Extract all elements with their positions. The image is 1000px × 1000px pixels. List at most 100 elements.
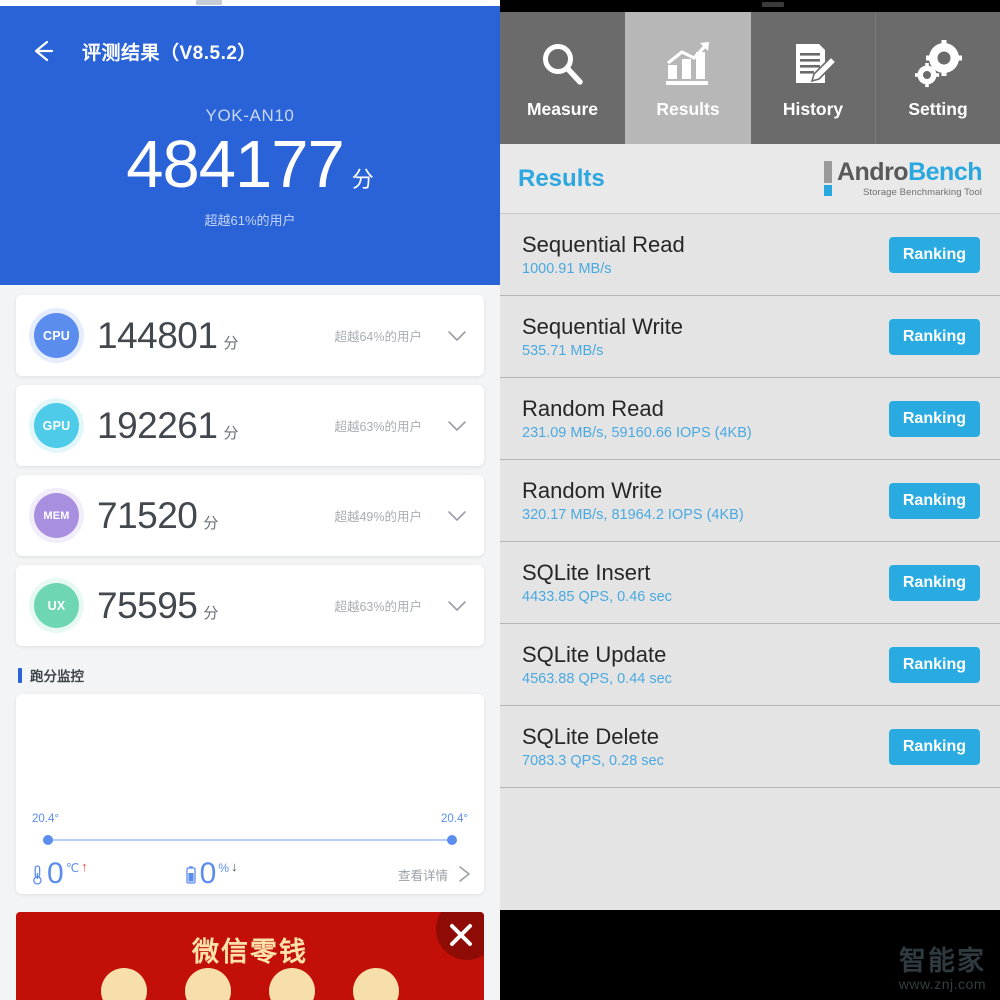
mem-badge-icon: MEM xyxy=(34,493,79,538)
watermark: 智能家 www.znj.com xyxy=(899,939,986,992)
table-row[interactable]: Sequential Write 535.71 MB/s Ranking xyxy=(500,296,1000,378)
status-bar-indicator xyxy=(762,2,784,7)
temperature-track xyxy=(43,835,457,845)
chevron-down-icon[interactable] xyxy=(444,323,470,349)
watermark-url: www.znj.com xyxy=(898,976,986,992)
tab-measure[interactable]: Measure xyxy=(500,12,625,144)
temperature-dot-start xyxy=(43,835,53,845)
result-value: 4563.88 QPS, 0.44 sec xyxy=(522,671,672,688)
metric-card-mem[interactable]: MEM 71520 分 超越49%的用户 xyxy=(16,475,484,556)
result-name: SQLite Delete xyxy=(522,723,659,749)
androbench-panel: Measure Results History Setting Results … xyxy=(500,0,1000,1000)
battery-icon xyxy=(183,864,198,886)
gpu-score-group: 192261 分 xyxy=(97,405,238,447)
metric-card-ux[interactable]: UX 75595 分 超越63%的用户 xyxy=(16,565,484,646)
coin-icon xyxy=(185,968,231,1000)
tab-setting[interactable]: Setting xyxy=(875,12,1000,144)
table-row[interactable]: Random Read 231.09 MB/s, 59160.66 IOPS (… xyxy=(500,378,1000,460)
ranking-button[interactable]: Ranking xyxy=(888,236,980,273)
temperature-range-labels: 20.4° 20.4° xyxy=(32,813,468,825)
table-row[interactable]: SQLite Update 4563.88 QPS, 0.44 sec Rank… xyxy=(500,624,1000,706)
cpu-score: 144801 xyxy=(97,314,218,356)
section-accent-bar xyxy=(18,667,22,683)
result-value: 4433.85 QPS, 0.46 sec xyxy=(522,589,672,606)
chevron-down-icon[interactable] xyxy=(444,503,470,529)
cpu-badge-icon: CPU xyxy=(34,313,79,358)
view-detail-label: 查看详情 xyxy=(397,868,448,883)
tab-results[interactable]: Results xyxy=(625,12,750,144)
table-row[interactable]: SQLite Insert 4433.85 QPS, 0.46 sec Rank… xyxy=(500,542,1000,624)
cpu-score-group: 144801 分 xyxy=(97,315,238,357)
metric-card-gpu[interactable]: GPU 192261 分 超越63%的用户 xyxy=(16,385,484,466)
mem-score-unit: 分 xyxy=(203,514,219,532)
total-score-unit: 分 xyxy=(351,167,374,192)
gpu-score: 192261 xyxy=(97,404,218,446)
result-name: Sequential Write xyxy=(522,313,684,339)
monitor-card: 20.4° 20.4° 0 ℃ ↑ 0 % ↓ 查看详情 xyxy=(16,694,484,894)
logo-text: AndroBench Storage Benchmarking Tool xyxy=(837,157,983,198)
ranking-button[interactable]: Ranking xyxy=(888,482,980,519)
temperature-up-arrow-icon: ↑ xyxy=(81,859,88,874)
tab-history[interactable]: History xyxy=(750,12,875,144)
tab-measure-label: Measure xyxy=(526,99,598,119)
chevron-down-icon[interactable] xyxy=(444,593,470,619)
total-beat-text: 超越61%的用户 xyxy=(204,213,296,229)
mem-score-group: 71520 分 xyxy=(97,495,218,537)
mem-score: 71520 xyxy=(97,494,198,536)
view-detail-link[interactable]: 查看详情 xyxy=(398,863,474,885)
ranking-button[interactable]: Ranking xyxy=(888,318,980,355)
total-score-row: 484177 分 xyxy=(0,127,500,202)
temperature-value: 0 xyxy=(47,857,64,890)
androbench-logo: AndroBench Storage Benchmarking Tool xyxy=(823,157,983,198)
table-row[interactable]: Random Write 320.17 MB/s, 81964.2 IOPS (… xyxy=(500,460,1000,542)
battery-value: 0 xyxy=(199,857,217,890)
tab-setting-label: Setting xyxy=(908,99,968,119)
status-bar-indicator xyxy=(196,0,222,5)
bottom-black-bar: 智能家 www.znj.com xyxy=(500,910,1000,1000)
result-text-group: Random Read 231.09 MB/s, 59160.66 IOPS (… xyxy=(522,396,752,441)
search-icon xyxy=(537,36,589,94)
result-value: 7083.3 QPS, 0.28 sec xyxy=(522,753,664,770)
ranking-button[interactable]: Ranking xyxy=(888,400,980,437)
right-status-bar xyxy=(500,0,1000,12)
metric-card-cpu[interactable]: CPU 144801 分 超越64%的用户 xyxy=(16,295,484,376)
table-row[interactable]: SQLite Delete 7083.3 QPS, 0.28 sec Ranki… xyxy=(500,706,1000,788)
coin-icon xyxy=(269,968,315,1000)
ranking-button[interactable]: Ranking xyxy=(888,646,980,683)
screenshot-root: 评测结果（V8.5.2） YOK-AN10 484177 分 超越61%的用户 … xyxy=(0,0,1000,1000)
score-summary: YOK-AN10 484177 分 超越61%的用户 xyxy=(0,106,500,229)
antutu-titlebar: 评测结果（V8.5.2） xyxy=(0,6,500,66)
monitor-stats-row: 0 ℃ ↑ 0 % ↓ 查看详情 xyxy=(30,854,474,894)
table-row[interactable]: Sequential Read 1000.91 MB/s Ranking xyxy=(500,214,1000,296)
results-heading: Results xyxy=(518,164,605,192)
ad-banner[interactable]: 微信零钱 xyxy=(16,912,484,1000)
result-text-group: Sequential Write 535.71 MB/s xyxy=(522,314,683,359)
result-text-group: Random Write 320.17 MB/s, 81964.2 IOPS (… xyxy=(522,478,744,523)
ranking-button[interactable]: Ranking xyxy=(888,728,980,765)
cpu-score-unit: 分 xyxy=(223,334,239,352)
result-text-group: SQLite Update 4563.88 QPS, 0.44 sec xyxy=(522,642,672,687)
ux-score-unit: 分 xyxy=(203,604,219,622)
page-title: 评测结果（V8.5.2） xyxy=(82,42,257,64)
coin-icon xyxy=(353,968,399,1000)
bar-chart-icon xyxy=(662,36,714,94)
ranking-button[interactable]: Ranking xyxy=(888,564,980,601)
cpu-beat-text: 超越64%的用户 xyxy=(334,330,422,344)
results-header: Results AndroBench Storage Benchmarking … xyxy=(500,144,1000,214)
temperature-dot-end xyxy=(447,835,457,845)
result-value: 535.71 MB/s xyxy=(522,343,604,360)
result-name: Random Write xyxy=(522,477,663,503)
temp-max-label: 20.4° xyxy=(441,813,468,825)
tab-history-label: History xyxy=(782,99,844,119)
logo-word-bench: Bench xyxy=(908,157,982,186)
battery-down-arrow-icon: ↓ xyxy=(231,859,238,874)
back-arrow-icon[interactable] xyxy=(28,36,58,66)
mem-beat-text: 超越49%的用户 xyxy=(334,510,422,524)
results-list: Sequential Read 1000.91 MB/s Ranking Seq… xyxy=(500,214,1000,788)
temperature-stat: 0 ℃ ↑ xyxy=(30,859,88,889)
chevron-down-icon[interactable] xyxy=(444,413,470,439)
ad-text: 微信零钱 xyxy=(192,937,308,967)
total-score: 484177 xyxy=(126,127,345,202)
battery-stat: 0 % ↓ xyxy=(183,859,238,889)
antutu-panel: 评测结果（V8.5.2） YOK-AN10 484177 分 超越61%的用户 … xyxy=(0,0,500,1000)
